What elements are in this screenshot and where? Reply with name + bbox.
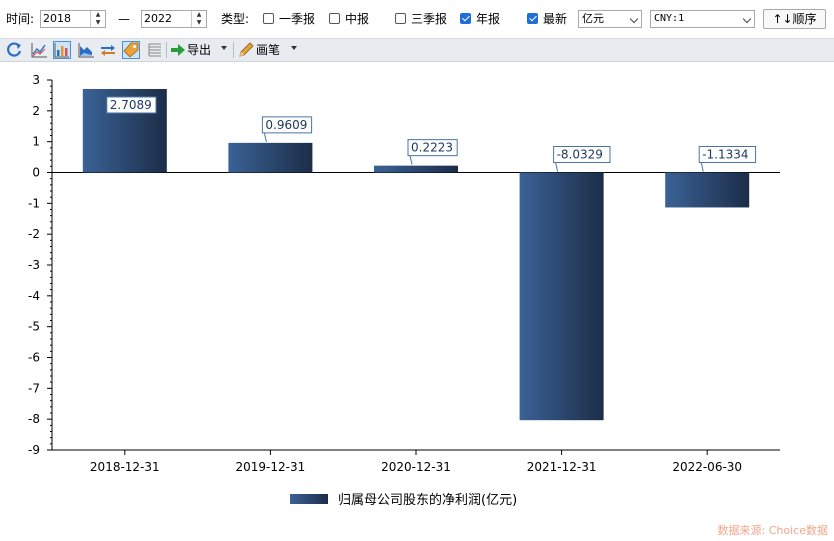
- x-tick-label: 2019-12-31: [236, 460, 306, 474]
- export-dropdown-icon[interactable]: [221, 46, 227, 50]
- checkbox-q1[interactable]: [263, 13, 274, 24]
- pencil-icon[interactable]: [237, 41, 255, 59]
- export-icon[interactable]: [169, 41, 187, 59]
- y-tick-label: 1: [32, 135, 40, 149]
- spin-down-icon[interactable]: ▼: [192, 19, 206, 27]
- unit-select-value: 亿元: [582, 12, 604, 25]
- data-label-tag-icon[interactable]: [122, 41, 140, 59]
- spin-down-icon[interactable]: ▼: [91, 19, 105, 27]
- y-tick-label: -7: [28, 381, 40, 395]
- data-label-leader: [263, 132, 267, 142]
- draw-dropdown-icon[interactable]: [291, 46, 297, 50]
- data-label-leader: [700, 162, 704, 172]
- y-tick-label: -9: [28, 443, 40, 457]
- toolbar-separator: [166, 42, 167, 58]
- bar[interactable]: [228, 142, 313, 173]
- draw-label[interactable]: 画笔: [256, 42, 280, 58]
- y-tick-label: -4: [28, 289, 40, 303]
- checkbox-q3[interactable]: [395, 13, 406, 24]
- start-year-spinner[interactable]: 2018 ▲ ▼: [40, 10, 106, 28]
- checkbox-annual-label[interactable]: 年报: [476, 11, 500, 27]
- bar-chart-icon[interactable]: [53, 41, 71, 59]
- data-label: -1.1334: [702, 148, 748, 162]
- area-chart-icon[interactable]: [77, 41, 95, 59]
- checkbox-half-year-label[interactable]: 中报: [345, 11, 369, 27]
- line-chart-icon[interactable]: [30, 41, 48, 59]
- y-tick-label: -1: [28, 196, 40, 210]
- data-label-leader: [409, 155, 413, 165]
- legend-label: 归属母公司股东的净利润(亿元): [338, 492, 517, 508]
- start-year-spin-buttons[interactable]: ▲ ▼: [90, 11, 105, 27]
- y-tick-label: -6: [28, 351, 40, 365]
- checkbox-latest-label[interactable]: 最新: [543, 11, 567, 27]
- y-tick-label: -3: [28, 258, 40, 272]
- unit-select[interactable]: 亿元: [578, 10, 642, 28]
- y-tick-label: 3: [32, 73, 40, 87]
- chart-toolbar: 导出 画笔: [0, 38, 834, 62]
- data-label-leader: [555, 162, 559, 172]
- end-year-value: 2022: [144, 12, 172, 25]
- currency-select-value: CNY:1: [654, 13, 685, 24]
- year-range-dash: —: [118, 12, 130, 26]
- data-label: 0.2223: [411, 141, 453, 155]
- data-source-text: 数据来源: Choice数据: [717, 524, 828, 537]
- y-tick-label: 2: [32, 104, 40, 118]
- x-tick-label: 2020-12-31: [381, 460, 451, 474]
- filter-bar: 时间: 2018 ▲ ▼ — 2022 ▲ ▼ 类型: 一季报 中报 三季报 年报 …: [0, 0, 834, 38]
- chevron-down-icon: [742, 14, 752, 24]
- data-label: 2.7089: [110, 98, 152, 112]
- time-label: 时间:: [6, 12, 35, 26]
- end-year-spin-buttons[interactable]: ▲ ▼: [191, 11, 206, 27]
- currency-select[interactable]: CNY:1: [650, 10, 755, 28]
- checkbox-latest[interactable]: [527, 13, 538, 24]
- bar[interactable]: [519, 172, 604, 421]
- start-year-value: 2018: [43, 12, 71, 25]
- data-label: 0.9609: [265, 118, 307, 132]
- spin-up-icon[interactable]: ▲: [192, 11, 206, 19]
- type-label: 类型:: [221, 12, 250, 26]
- data-table-icon[interactable]: [146, 41, 164, 59]
- checkbox-annual[interactable]: [460, 13, 471, 24]
- bar[interactable]: [665, 172, 750, 208]
- x-tick-label: 2022-06-30: [672, 460, 742, 474]
- export-label[interactable]: 导出: [187, 42, 211, 58]
- x-tick-label: 2018-12-31: [90, 460, 160, 474]
- y-tick-label: 0: [32, 166, 40, 180]
- bar[interactable]: [374, 165, 458, 173]
- x-tick-label: 2021-12-31: [527, 460, 597, 474]
- legend-swatch: [290, 494, 328, 504]
- y-tick-label: -8: [28, 412, 40, 426]
- chart-canvas: 3 2 1 0 -1 -2 -3 -4 -5 -6 -7 -8 -9 2018-12-31 2019-12-…: [28, 73, 780, 508]
- checkbox-q3-label[interactable]: 三季报: [411, 11, 447, 27]
- refresh-icon[interactable]: [6, 41, 24, 59]
- bar-chart: 3 2 1 0 -1 -2 -3 -4 -5 -6 -7 -8 -9 2018-12-31 2019-12-…: [0, 62, 834, 541]
- checkbox-half-year[interactable]: [329, 13, 340, 24]
- data-label: -8.0329: [557, 148, 603, 162]
- end-year-spinner[interactable]: 2022 ▲ ▼: [141, 10, 207, 28]
- y-tick-label: -5: [28, 320, 40, 334]
- checkbox-q1-label[interactable]: 一季报: [279, 11, 315, 27]
- toolbar-separator: [233, 42, 234, 58]
- y-tick-label: -2: [28, 227, 40, 241]
- swap-axes-icon[interactable]: [99, 41, 117, 59]
- spin-up-icon[interactable]: ▲: [91, 11, 105, 19]
- order-button[interactable]: ↑↓顺序: [763, 9, 826, 29]
- chevron-down-icon: [629, 14, 639, 24]
